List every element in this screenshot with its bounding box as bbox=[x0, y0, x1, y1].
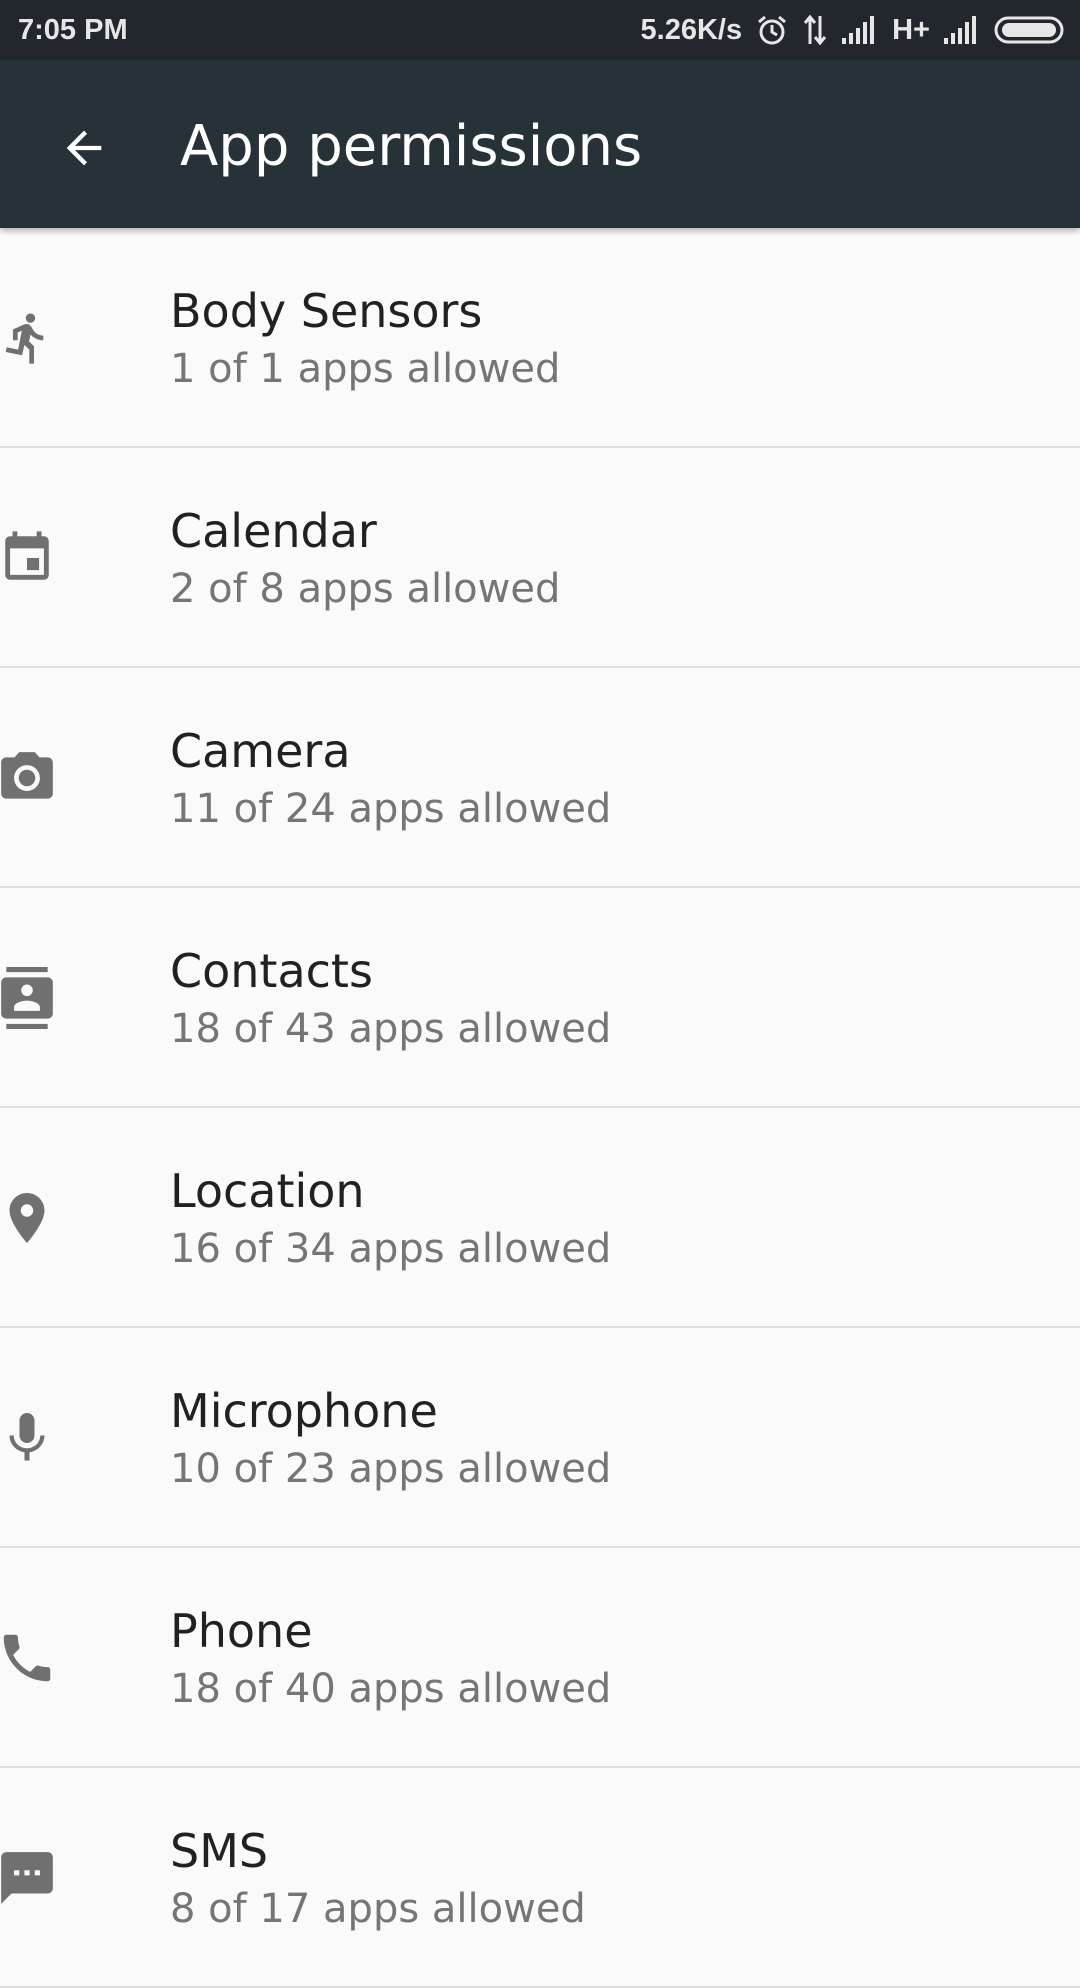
permission-label: Location bbox=[170, 1164, 365, 1218]
permission-label: Calendar bbox=[170, 504, 377, 558]
calendar-icon bbox=[0, 521, 60, 595]
sms-icon bbox=[0, 1841, 60, 1915]
signal-icon bbox=[842, 16, 878, 44]
permission-item-location[interactable]: Location 16 of 34 apps allowed bbox=[0, 1108, 1080, 1328]
permission-summary: 11 of 24 apps allowed bbox=[170, 786, 612, 832]
permission-label: SMS bbox=[170, 1824, 269, 1878]
back-button[interactable] bbox=[54, 118, 114, 178]
net-speed: 5.26K/s bbox=[640, 13, 743, 46]
page-title: App permissions bbox=[180, 114, 643, 179]
permission-item-sms[interactable]: SMS 8 of 17 apps allowed bbox=[0, 1768, 1080, 1988]
phone-icon bbox=[0, 1621, 60, 1695]
permission-summary: 2 of 8 apps allowed bbox=[170, 566, 561, 612]
permission-summary: 18 of 40 apps allowed bbox=[170, 1666, 612, 1712]
permission-label: Body Sensors bbox=[170, 284, 483, 338]
contacts-icon bbox=[0, 961, 60, 1035]
permission-item-microphone[interactable]: Microphone 10 of 23 apps allowed bbox=[0, 1328, 1080, 1548]
signal-icon bbox=[944, 16, 980, 44]
app-bar: App permissions bbox=[0, 60, 1080, 228]
permission-label: Contacts bbox=[170, 944, 373, 998]
battery-icon bbox=[994, 15, 1066, 45]
permission-list: Body Sensors 1 of 1 apps allowed Calenda… bbox=[0, 228, 1080, 1988]
permission-summary: 8 of 17 apps allowed bbox=[170, 1886, 586, 1932]
data-transfer-icon bbox=[802, 14, 828, 46]
status-icons: 5.26K/s H+ bbox=[641, 14, 1066, 47]
permission-summary: 1 of 1 apps allowed bbox=[170, 346, 561, 392]
arrow-back-icon bbox=[66, 130, 102, 166]
status-bar: 7:05 PM 5.26K/s H+ bbox=[0, 0, 1080, 60]
permission-item-camera[interactable]: Camera 11 of 24 apps allowed bbox=[0, 668, 1080, 888]
permission-label: Camera bbox=[170, 724, 351, 778]
microphone-icon bbox=[0, 1401, 60, 1475]
permission-item-calendar[interactable]: Calendar 2 of 8 apps allowed bbox=[0, 448, 1080, 668]
camera-icon bbox=[0, 741, 60, 815]
permission-item-phone[interactable]: Phone 18 of 40 apps allowed bbox=[0, 1548, 1080, 1768]
permission-label: Phone bbox=[170, 1604, 313, 1658]
permission-summary: 18 of 43 apps allowed bbox=[170, 1006, 612, 1052]
location-pin-icon bbox=[0, 1181, 60, 1255]
run-icon bbox=[0, 301, 60, 375]
permission-item-contacts[interactable]: Contacts 18 of 43 apps allowed bbox=[0, 888, 1080, 1108]
network-type: H+ bbox=[892, 13, 930, 46]
alarm-icon bbox=[756, 14, 788, 46]
permission-label: Microphone bbox=[170, 1384, 438, 1438]
permission-summary: 10 of 23 apps allowed bbox=[170, 1446, 612, 1492]
permission-summary: 16 of 34 apps allowed bbox=[170, 1226, 612, 1272]
permission-item-body-sensors[interactable]: Body Sensors 1 of 1 apps allowed bbox=[0, 228, 1080, 448]
status-time: 7:05 PM bbox=[18, 13, 128, 46]
